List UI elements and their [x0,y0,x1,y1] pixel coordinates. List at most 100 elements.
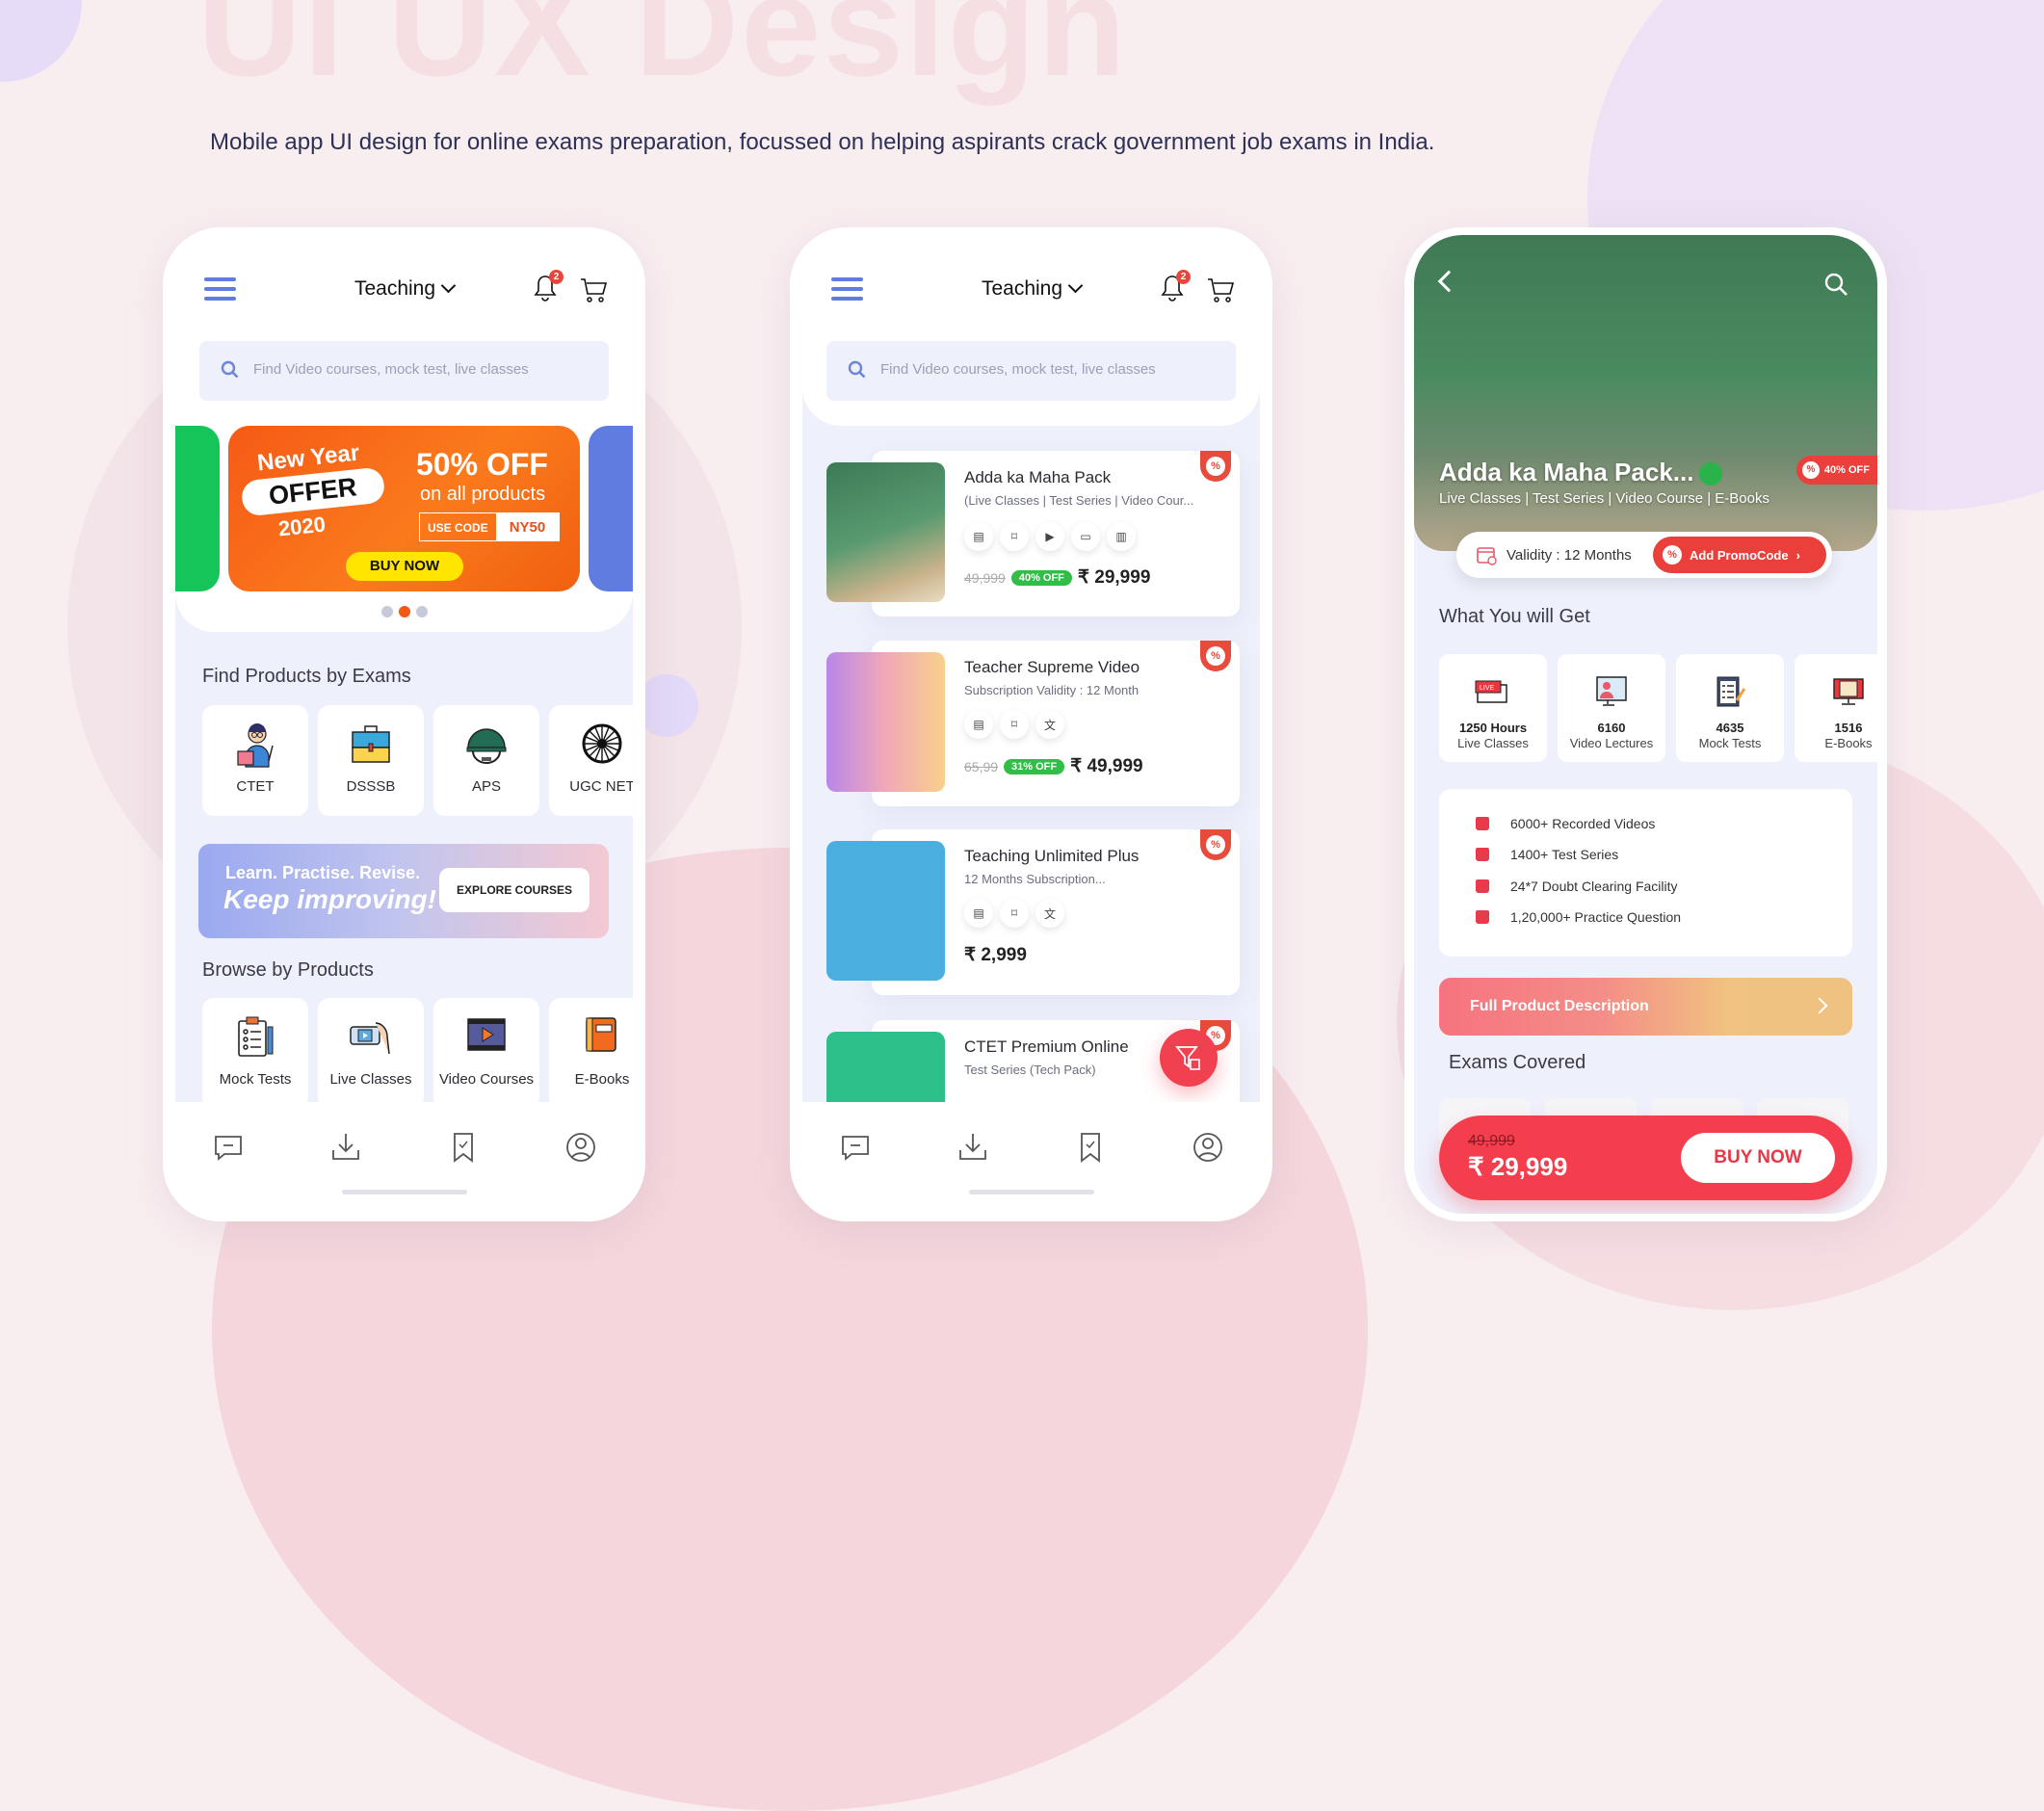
back-icon[interactable] [1437,270,1460,293]
search-placeholder: Find Video courses, mock test, live clas… [880,361,1156,378]
banner-discount-sub: on all products [420,484,546,505]
chevron-down-icon [1067,277,1084,294]
filter-icon [1175,1046,1200,1070]
notification-badge: 2 [1176,270,1191,284]
old-price: 49,999 [964,569,1006,586]
download-icon[interactable] [329,1131,362,1164]
exam-tile-dsssb[interactable]: DSSSB [318,705,424,816]
search-input[interactable]: Find Video courses, mock test, live clas… [826,341,1236,401]
price: ₹ 2,999 [964,945,1027,965]
product-features: ▤ ⌑ 文 [964,899,1064,928]
profile-icon[interactable] [1192,1131,1224,1164]
filter-fab[interactable] [1160,1029,1218,1087]
product-tile-live-classes[interactable]: Live Classes [318,998,424,1109]
full-desc-label: Full Product Description [1470,998,1649,1014]
exam-tiles: CTET DSSSB APS UGC NET [202,705,633,816]
discount-pill: % 40% OFF [1795,456,1877,485]
product-title: CTET Premium Online [964,1037,1129,1056]
cart-icon[interactable] [579,276,608,304]
discount-badge: 40% OFF [1010,569,1072,586]
teacher-icon [237,723,274,768]
carousel-dot-active[interactable] [398,606,410,617]
features-list: 6000+ Recorded Videos 1400+ Test Series … [1439,789,1852,957]
watermark-title: UI UX Design [197,0,1128,106]
percent-icon: % [1663,545,1682,564]
bookmark-icon: ⌑ [1000,522,1029,551]
search-icon[interactable] [1823,272,1848,297]
chat-icon[interactable] [212,1131,245,1164]
product-label: Mock Tests [219,1071,292,1088]
exam-tile-aps[interactable]: APS [433,705,539,816]
product-thumbnail [826,841,945,981]
home-topbar: Teaching 2 Find Video courses, mock test… [175,227,633,632]
phone-detail: Adda ka Maha Pack... Live Classes | Test… [1404,227,1887,1221]
products-section-title: Browse by Products [202,959,374,981]
promo-code-box: USE CODE NY50 [419,512,561,541]
product-subtitle: Test Series (Tech Pack) [964,1063,1096,1077]
exam-label: DSSSB [346,778,396,795]
offer-tag: % [1200,829,1231,860]
explore-courses-button[interactable]: EXPLORE COURSES [439,868,590,912]
download-icon[interactable] [956,1131,989,1164]
get-tile-mock-tests[interactable]: 4635 Mock Tests [1676,654,1784,762]
product-tile-mock-tests[interactable]: Mock Tests [202,998,308,1109]
offer-tag: % [1200,451,1231,482]
get-tile-live-classes[interactable]: LIVE 1250 Hours Live Classes [1439,654,1547,762]
product-tile-video-courses[interactable]: Video Courses [433,998,539,1109]
live-video-icon [350,1022,390,1055]
banner-discount: 50% OFF [416,447,548,482]
get-tile-e-books[interactable]: 1516 E-Books [1795,654,1877,762]
category-selector[interactable]: Teaching [175,277,633,301]
listing-screen: Teaching 2 Find Video courses, mock test… [802,227,1260,1221]
carousel-prev-slide[interactable] [175,426,220,591]
bell-icon[interactable]: 2 [1160,270,1191,302]
banner-buy-now-button[interactable]: BUY NOW [346,552,463,581]
calendar-icon [1477,547,1497,565]
exams-section-title: Find Products by Exams [202,666,411,687]
whatsapp-icon[interactable] [1699,462,1723,486]
search-input[interactable]: Find Video courses, mock test, live clas… [199,341,609,401]
product-tiles: Mock Tests Live Classes Video Courses E-… [202,998,633,1109]
chakra-icon [582,723,622,764]
bookmark-icon[interactable] [1074,1131,1107,1164]
buy-bar: 49,999 ₹ 29,999 BUY NOW [1439,1115,1852,1200]
add-promocode-button[interactable]: % Add PromoCode › [1653,537,1826,573]
product-subtitle: 12 Months Subscription... [964,872,1106,886]
keep-improving-banner[interactable]: Learn. Practise. Revise. Keep improving!… [198,844,609,938]
chat-icon[interactable] [839,1131,872,1164]
play-icon: ▶ [1035,522,1064,551]
bell-icon[interactable]: 2 [533,270,563,302]
get-label: Live Classes [1457,736,1529,750]
cart-icon[interactable] [1206,276,1235,304]
promo-line2: Keep improving! [223,884,436,914]
product-title: Adda ka Maha Pack [964,468,1112,486]
carousel-next-slide[interactable] [589,426,633,591]
get-label: Video Lectures [1569,736,1654,750]
percent-icon: % [1801,461,1820,479]
product-label: Video Courses [438,1071,535,1088]
ebook-icon: ▥ [1107,522,1136,551]
exam-tile-ugc-net[interactable]: UGC NET [549,705,633,816]
carousel-dot[interactable] [415,606,428,617]
thumbs-up-icon [1476,848,1489,861]
exam-tile-ctet[interactable]: CTET [202,705,308,816]
new-year-offer-banner[interactable]: New Year OFFER 2020 50% OFF on all produ… [228,426,580,591]
price: ₹ 49,999 [1070,756,1143,776]
validity-text: Validity : 12 Months [1507,546,1632,564]
test-icon: ▤ [964,710,993,739]
get-tile-video-lectures[interactable]: 6160 Video Lectures [1558,654,1665,762]
full-product-description-button[interactable]: Full Product Description [1439,978,1852,1036]
checklist-icon [1716,676,1746,707]
thumbs-up-icon [1476,879,1489,893]
get-value: 1516 [1834,721,1863,735]
profile-icon[interactable] [564,1131,597,1164]
bookmark-icon[interactable] [447,1131,480,1164]
old-price: 49,999 [1468,1133,1515,1149]
page-subtitle: Mobile app UI design for online exams pr… [210,129,1435,155]
product-features: ▤ ⌑ 文 [964,710,1064,739]
carousel-dot[interactable] [380,606,393,617]
product-tile-e-books[interactable]: E-Books [549,998,633,1109]
category-selector[interactable]: Teaching [802,277,1260,301]
buy-now-button[interactable]: BUY NOW [1681,1133,1835,1183]
promo-cta-label: Add PromoCode [1690,547,1789,563]
